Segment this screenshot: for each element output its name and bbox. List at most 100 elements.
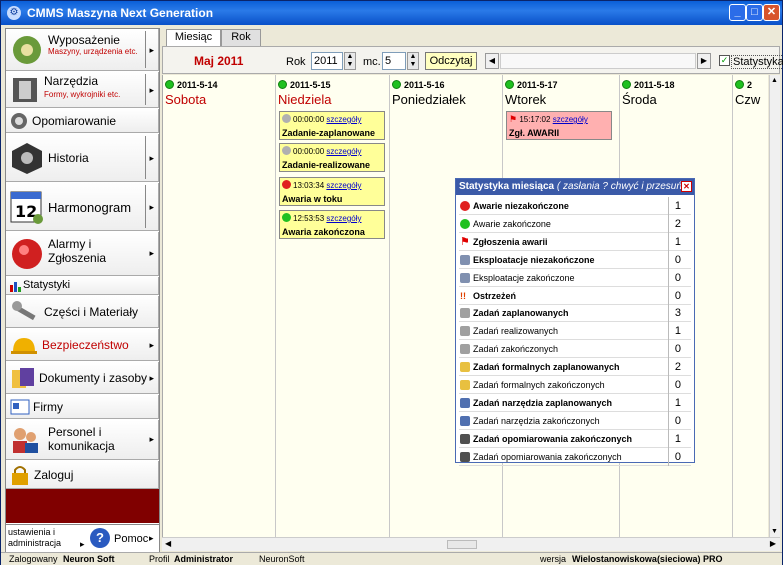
event-card[interactable]: 00:00:00 szczegóły Zadanie-realizowane bbox=[279, 143, 385, 172]
stats-row: Eksploatacje niezakończone 0 bbox=[459, 250, 691, 269]
event-name: Zadanie-realizowane bbox=[282, 160, 371, 170]
toolbar-scrollbar[interactable] bbox=[500, 53, 696, 69]
sidebar-item-bezpieczenstwo[interactable]: Bezpieczeństwo ▸ bbox=[6, 329, 159, 361]
scroll-left-button[interactable]: ◀ bbox=[485, 53, 499, 69]
green-circle-icon bbox=[282, 213, 291, 222]
title-bar[interactable]: ⚙ CMMS Maszyna Next Generation _ □ ✕ bbox=[1, 1, 782, 25]
stats-row-value: 1 bbox=[674, 200, 681, 212]
stats-row-label: Zadań opomiarowania zakończonych bbox=[473, 433, 633, 444]
sidebar-item-zaloguj[interactable]: Zaloguj bbox=[6, 461, 159, 489]
details-link[interactable]: szczegóły bbox=[326, 115, 361, 124]
sidebar-item-dokumenty[interactable]: Dokumenty i zasoby ▸ bbox=[6, 362, 159, 394]
day-date-text: 2011-5-14 bbox=[177, 80, 218, 90]
sidebar-item-statystyki[interactable]: Statystyki bbox=[6, 277, 159, 295]
month-input[interactable]: 5 bbox=[382, 52, 406, 70]
details-link[interactable]: szczegóły bbox=[553, 115, 588, 124]
day-date: 2011-5-14 bbox=[165, 80, 218, 90]
divider bbox=[668, 322, 669, 341]
stats-row-value: 2 bbox=[674, 361, 681, 374]
details-link[interactable]: szczegóły bbox=[326, 147, 361, 156]
status-user-label: Zalogowany bbox=[9, 554, 58, 564]
sidebar-item-harmonogram[interactable]: 12 Harmonogram ▸ bbox=[6, 183, 159, 231]
stats-row-label: Zgłoszenia awarii bbox=[473, 236, 548, 247]
event-time: 12:53:53 bbox=[293, 214, 325, 223]
status-version-label: wersja bbox=[540, 554, 567, 564]
sidebar-item-wyposazenie[interactable]: Wyposażenie Maszyny, urządzenia etc. ▸ bbox=[6, 29, 159, 71]
stats-panel[interactable]: Statystyka miesiąca ( zasłania ? chwyć i… bbox=[455, 178, 695, 466]
chevron-right-icon[interactable]: ▶ bbox=[770, 539, 776, 548]
chevron-right-icon: ▸ bbox=[149, 533, 154, 543]
read-button[interactable]: Odczytaj bbox=[425, 52, 477, 70]
close-button[interactable]: ✕ bbox=[763, 4, 780, 21]
day-column[interactable]: 2011-5-15 Niedziela 00:00:00 szczegóły Z… bbox=[276, 75, 390, 537]
sidebar-item-label: Zaloguj bbox=[34, 468, 74, 482]
sidebar-item-personel[interactable]: Personel i komunikacja ▸ bbox=[6, 420, 159, 460]
sidebar-item-sub: Maszyny, urządzenia etc. bbox=[48, 47, 138, 56]
stats-row-value: 0 bbox=[674, 271, 681, 284]
event-time: 00:00:00 bbox=[293, 147, 325, 156]
scrollbar-thumb[interactable] bbox=[447, 540, 477, 549]
event-card[interactable]: 00:00:00 szczegóły Zadanie-zaplanowane bbox=[279, 111, 385, 140]
horizontal-scrollbar[interactable]: ◀ ▶ bbox=[162, 537, 780, 551]
stats-row: !! Ostrzeżeń 0 bbox=[459, 286, 691, 305]
month-stepper[interactable]: ▲ ▼ bbox=[407, 52, 419, 70]
chevron-right-icon: ▸ bbox=[149, 153, 154, 163]
help-icon[interactable]: ? bbox=[90, 528, 110, 548]
stats-checkbox[interactable]: ✓ bbox=[719, 55, 730, 66]
tab-miesiac[interactable]: Miesiąc bbox=[166, 29, 221, 46]
sidebar-item-label: Bezpieczeństwo bbox=[42, 338, 129, 352]
chevron-right-icon: ▸ bbox=[149, 202, 154, 212]
divider bbox=[668, 250, 669, 269]
vertical-scrollbar[interactable]: ▲ ▼ bbox=[769, 75, 780, 537]
exploit-icon bbox=[460, 272, 470, 283]
sidebar-item-label: Personel i komunikacja bbox=[48, 425, 115, 453]
sidebar-item-narzedzia[interactable]: Narzędzia Formy, wykrojniki etc. ▸ bbox=[6, 72, 159, 108]
chevron-right-icon: ▸ bbox=[149, 434, 154, 444]
event-card[interactable]: 12:53:53 szczegóły Awaria zakończona bbox=[279, 210, 385, 239]
chevron-up-icon[interactable]: ▲ bbox=[771, 77, 778, 84]
year-input[interactable]: 2011 bbox=[311, 52, 343, 70]
minimize-button[interactable]: _ bbox=[729, 4, 746, 21]
meter-icon bbox=[460, 433, 470, 444]
green-circle-icon bbox=[460, 218, 470, 229]
sidebar-item-sub: Formy, wykrojniki etc. bbox=[44, 90, 121, 99]
stats-row-value: 2 bbox=[674, 217, 681, 230]
sidebar-dark-panel: Zaloguj bbox=[6, 461, 159, 523]
maximize-button[interactable]: □ bbox=[746, 4, 763, 21]
stats-row-label: Awarie zakończone bbox=[473, 218, 551, 229]
sidebar-item-firmy[interactable]: Firmy bbox=[6, 395, 159, 419]
divider bbox=[145, 136, 146, 179]
history-cube-icon bbox=[12, 143, 42, 174]
stats-panel-header[interactable]: Statystyka miesiąca ( zasłania ? chwyć i… bbox=[456, 179, 694, 195]
gear-icon bbox=[282, 146, 291, 155]
help-button[interactable]: Pomoc bbox=[114, 533, 148, 545]
stats-row: Zadań formalnych zakończonych 0 bbox=[459, 376, 691, 394]
details-link[interactable]: szczegóły bbox=[326, 214, 361, 223]
scroll-right-button[interactable]: ▶ bbox=[697, 53, 711, 69]
sidebar-item-historia[interactable]: Historia ▸ bbox=[6, 134, 159, 182]
divider bbox=[145, 31, 146, 68]
chevron-down-icon[interactable]: ▼ bbox=[771, 528, 778, 535]
green-circle-icon bbox=[735, 80, 744, 89]
tab-rok[interactable]: Rok bbox=[221, 29, 261, 46]
stats-row: Eksploatacje zakończone 0 bbox=[459, 268, 691, 287]
close-icon[interactable]: ✕ bbox=[681, 181, 692, 192]
divider bbox=[668, 447, 669, 466]
stats-row: Zadań zakończonych 0 bbox=[459, 340, 691, 359]
day-date-text: 2011-5-16 bbox=[404, 80, 445, 90]
stats-hint: ( zasłania ? chwyć i przesuń ) bbox=[556, 181, 689, 192]
sidebar-item-czesci[interactable]: Części i Materiały bbox=[6, 296, 159, 328]
settings-button[interactable]: ustawienia i administracja bbox=[8, 527, 78, 549]
day-column[interactable]: 2011-5-14 Sobota bbox=[163, 75, 276, 537]
year-stepper[interactable]: ▲ ▼ bbox=[344, 52, 356, 70]
event-card[interactable]: ⚑ 15:17:02 szczegóły Zgł. AWARII bbox=[506, 111, 612, 140]
chevron-left-icon[interactable]: ◀ bbox=[165, 539, 171, 548]
divider bbox=[668, 393, 669, 412]
day-column[interactable]: 2 Czw bbox=[733, 75, 768, 537]
sidebar-item-alarmy[interactable]: Alarmy i Zgłoszenia ▸ bbox=[6, 232, 159, 276]
event-card[interactable]: 13:03:34 szczegóły Awaria w toku bbox=[279, 177, 385, 206]
sidebar-item-label: Harmonogram bbox=[48, 200, 132, 215]
details-link[interactable]: szczegóły bbox=[326, 181, 361, 190]
sidebar-item-opomiarowanie[interactable]: Opomiarowanie bbox=[6, 109, 159, 133]
event-name: Awaria zakończona bbox=[282, 227, 365, 237]
